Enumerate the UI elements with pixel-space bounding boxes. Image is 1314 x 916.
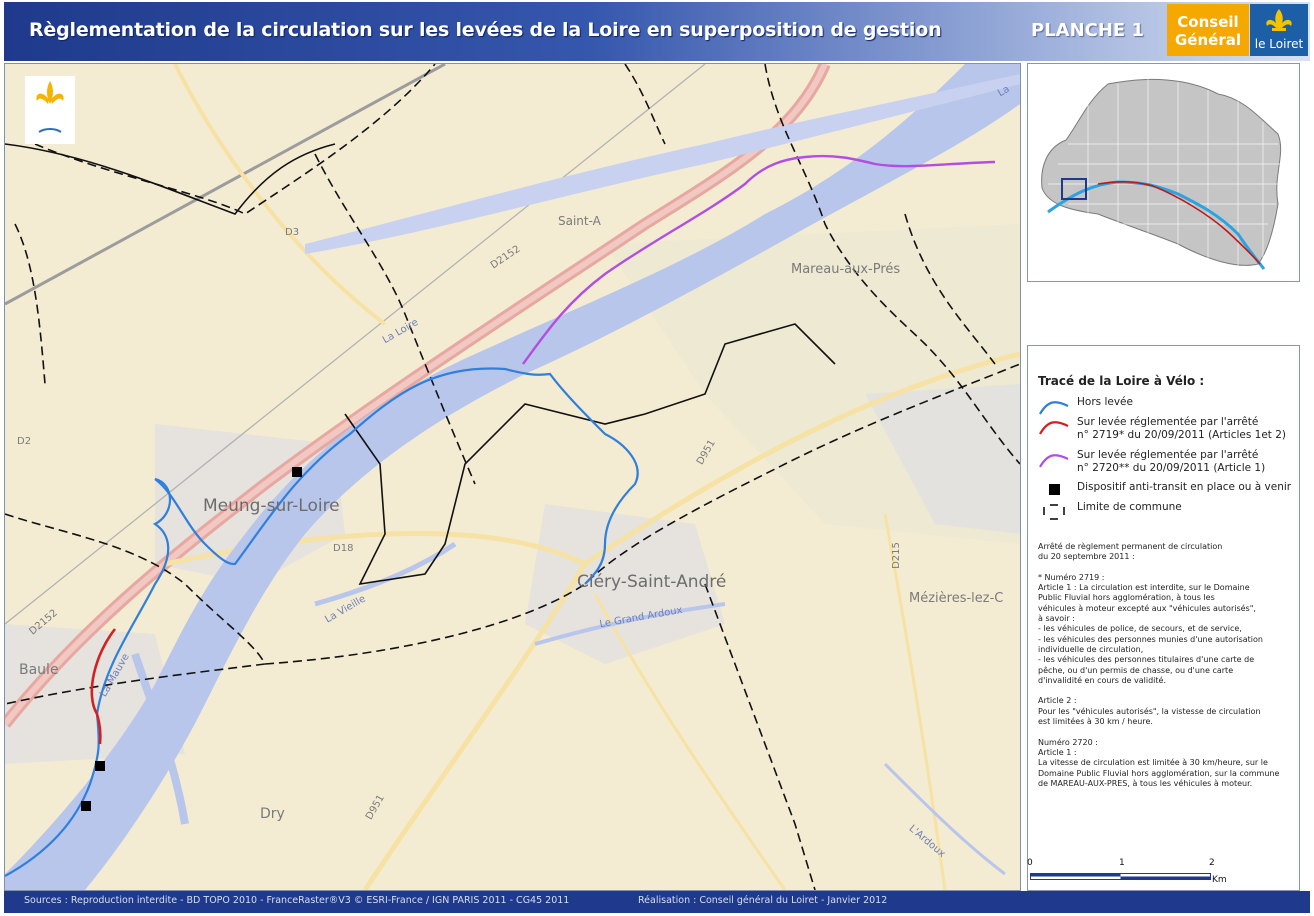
place-label-mareau: Mareau-aux-Prés bbox=[791, 262, 901, 277]
main-map[interactable]: Meung-sur-Loire Cléry-Saint-André Mareau… bbox=[4, 63, 1021, 891]
scale-bar-graphic bbox=[1030, 873, 1211, 880]
conseil-general-logo: Conseil Général bbox=[1167, 4, 1249, 56]
legend-label-anti-transit: Dispositif anti-transit en place ou à ve… bbox=[1077, 481, 1292, 493]
red-line-icon bbox=[1039, 421, 1069, 435]
place-label-baule: Baule bbox=[19, 662, 59, 678]
scale-tick-0: 0 bbox=[1027, 858, 1033, 868]
place-label-mezieres: Mézières-lez-C bbox=[909, 591, 1004, 606]
legend-label-hors-levee: Hors levée bbox=[1077, 396, 1133, 408]
place-label-clery: Cléry-Saint-André bbox=[577, 572, 727, 592]
map-canvas bbox=[5, 64, 1020, 890]
legend-label-arrete-2719: Sur levée réglementée par l'arrêté n° 27… bbox=[1077, 416, 1287, 441]
loiret-department-outline bbox=[1041, 78, 1282, 270]
loiret-logo: le Loiret bbox=[1250, 4, 1308, 56]
legend-label-limite-commune: Limite de commune bbox=[1077, 501, 1182, 513]
anti-transit-marker[interactable] bbox=[81, 801, 91, 811]
road-label-d3: D3 bbox=[285, 227, 300, 238]
legend-label-arrete-2720: Sur levée réglementée par l'arrêté n° 27… bbox=[1077, 449, 1266, 474]
scale-tick-2: 2 bbox=[1209, 858, 1215, 868]
legend-item-limite-commune: Limite de commune bbox=[1038, 501, 1293, 531]
footer-bar: Sources : Reproduction interdite - BD TO… bbox=[4, 891, 1310, 913]
footer-realisation: Réalisation : Conseil général du Loiret … bbox=[638, 895, 888, 906]
road-label-d2: D2 bbox=[17, 436, 32, 447]
legend-item-arrete-2720: Sur levée réglementée par l'arrêté n° 27… bbox=[1038, 449, 1293, 479]
legend-panel: Tracé de la Loire à Vélo : Hors levée Su… bbox=[1027, 345, 1300, 891]
dashed-boundary-icon bbox=[1043, 504, 1065, 520]
place-label-saint-a: Saint-A bbox=[558, 214, 601, 228]
road-label-d215: D215 bbox=[890, 542, 902, 569]
place-label-dry: Dry bbox=[260, 806, 285, 822]
logo-line-2: Général bbox=[1175, 31, 1241, 49]
title-banner: Règlementation de la circulation sur les… bbox=[4, 2, 1310, 61]
road-label-d18: D18 bbox=[333, 543, 354, 554]
anti-transit-marker[interactable] bbox=[95, 761, 105, 771]
legend-item-arrete-2719: Sur levée réglementée par l'arrêté n° 27… bbox=[1038, 416, 1293, 446]
legend-title: Tracé de la Loire à Vélo : bbox=[1038, 374, 1205, 388]
fleur-de-lis-icon bbox=[1266, 9, 1292, 31]
scale-unit: Km bbox=[1212, 875, 1227, 885]
black-square-icon bbox=[1049, 484, 1060, 495]
planche-number: PLANCHE 1 bbox=[1031, 20, 1145, 41]
scale-tick-1: 1 bbox=[1119, 858, 1125, 868]
logo-line-1: Conseil bbox=[1177, 13, 1239, 31]
blue-line-icon bbox=[1039, 401, 1069, 415]
place-label-meung: Meung-sur-Loire bbox=[203, 496, 340, 516]
footer-sources: Sources : Reproduction interdite - BD TO… bbox=[24, 895, 570, 906]
locator-map bbox=[1027, 63, 1300, 282]
arrete-notes: Arrêté de règlement permanent de circula… bbox=[1038, 542, 1280, 788]
map-title: Règlementation de la circulation sur les… bbox=[29, 19, 942, 41]
anti-transit-marker[interactable] bbox=[292, 467, 302, 477]
logo-dept-name: le Loiret bbox=[1254, 37, 1304, 51]
purple-line-icon bbox=[1039, 454, 1069, 468]
